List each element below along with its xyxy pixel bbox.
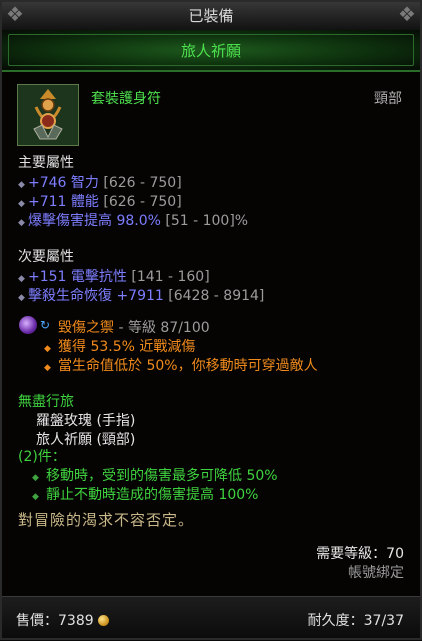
bullet-icon: ◆ [18,199,25,209]
bullet-icon: ◆ [18,293,25,303]
set-name: 無盡行旅 [18,394,74,410]
set-piece: 羅盤玫瑰 (手指) [36,413,136,429]
bullet-icon: ◆ [44,363,51,373]
secondary-attributes-title: 次要屬性 [18,249,74,265]
set-bonus: ◆ 移動時，受到的傷害最多可降低 50% [32,468,278,484]
amulet-icon [17,84,79,146]
item-type: 套裝護身符 [91,91,161,107]
set-bonus: ◆ 靜止不動時造成的傷害提高 100% [32,487,259,503]
secondary-stat: ◆ +151 電擊抗性 [141 - 160] [18,269,210,285]
bullet-icon: ◆ [32,473,39,483]
level-requirement: 需要等級：70 [316,546,404,562]
equipped-label: 已裝備 [188,7,234,25]
legendary-gem-icon [19,316,37,334]
item-name-banner: 旅人祈願 [0,30,422,72]
gem-effect: ◆ 當生命值低於 50%，你移動時可穿過敵人 [44,358,318,374]
gem-effect: ◆ 獲得 53.5% 近戰減傷 [44,339,196,355]
set-bonus-title: (2)件： [18,449,66,465]
durability: 耐久度：37/37 [307,613,404,629]
sell-price: 售價：7389 [16,610,109,630]
primary-stat: ◆ 爆擊傷害提高 98.0% [51 - 100]% [18,213,249,229]
bullet-icon: ◆ [18,218,25,228]
primary-stat: ◆ +711 體能 [626 - 750] [18,194,182,210]
item-tooltip: ❖ 已裝備 ❖ 旅人祈願 套裝護身符 頸部 主要屬性 ◆ +746 智力 [626… [0,0,422,641]
gold-coin-icon [97,615,109,626]
bullet-icon: ◆ [32,492,39,502]
primary-stat: ◆ +746 智力 [626 - 750] [18,175,182,191]
flavor-text: 對冒險的渴求不容否定。 [18,511,195,529]
bullet-icon: ◆ [18,274,25,284]
legendary-gem: 毀傷之禦 - 等級 87/100 [58,320,210,336]
item-slot: 頸部 [374,91,402,107]
account-bound-label: 帳號綁定 [348,565,404,581]
bullet-icon: ◆ [18,180,25,190]
gem-socket-icon: ↻ [40,318,51,332]
bullet-icon: ◆ [44,344,51,354]
item-name: 旅人祈願 [180,42,241,60]
primary-attributes-title: 主要屬性 [18,155,74,171]
ornament-icon: ❖ [398,2,416,26]
secondary-stat: ◆ 擊殺生命恢復 +7911 [6428 - 8914] [18,288,265,304]
tooltip-footer: 售價：7389 耐久度：37/37 [0,596,422,641]
equipped-header: ❖ 已裝備 ❖ [0,0,422,31]
